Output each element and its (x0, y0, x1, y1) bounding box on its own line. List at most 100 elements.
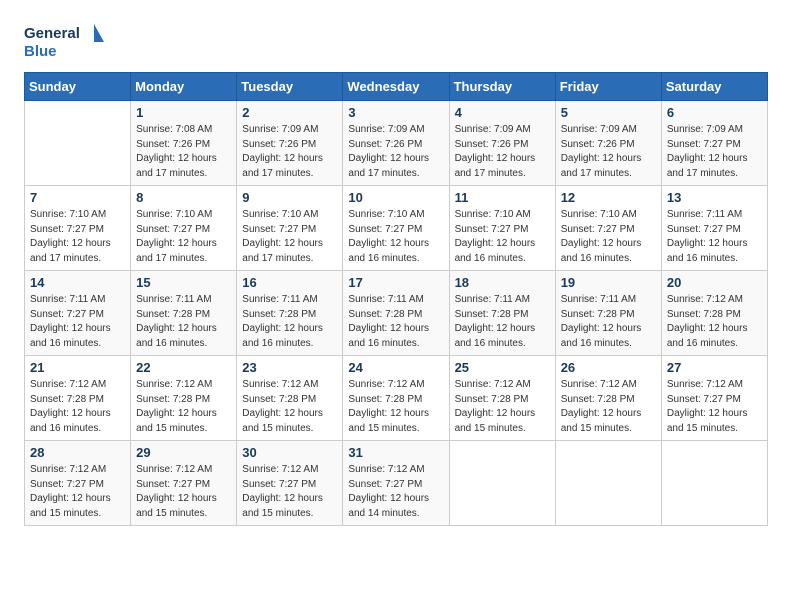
calendar-cell: 11 Sunrise: 7:10 AM Sunset: 7:27 PM Dayli… (449, 186, 555, 271)
day-info: Sunrise: 7:12 AM Sunset: 7:28 PM Dayligh… (348, 378, 443, 436)
day-number: 12 (561, 190, 656, 205)
day-info: Sunrise: 7:09 AM Sunset: 7:27 PM Dayligh… (667, 123, 762, 181)
calendar-cell: 18Sunrise: 7:11 AM Sunset: 7:28 PM Dayli… (449, 271, 555, 356)
calendar-cell: 29 Sunrise: 7:12 AM Sunset: 7:27 PM Dayli… (131, 441, 237, 526)
calendar-cell: 8 Sunrise: 7:10 AM Sunset: 7:27 PM Daylig… (131, 186, 237, 271)
day-info: Sunrise: 7:12 AM Sunset: 7:27 PM Dayligh… (667, 378, 762, 436)
day-info: Sunrise: 7:12 AM Sunset: 7:27 PM Dayligh… (136, 463, 231, 521)
day-info: Sunrise: 7:12 AM Sunset: 7:28 PM Dayligh… (242, 378, 337, 436)
calendar-cell: 19 Sunrise: 7:11 AM Sunset: 7:28 PM Dayli… (555, 271, 661, 356)
svg-text:Blue: Blue (24, 43, 57, 60)
calendar-week-row: 28 Sunrise: 7:12 AM Sunset: 7:27 PM Dayli… (25, 441, 768, 526)
day-number: 30 (242, 445, 337, 460)
day-number: 3 (348, 105, 443, 120)
day-info: Sunrise: 7:11 AM Sunset: 7:28 PM Dayligh… (455, 293, 550, 351)
calendar-cell: 2 Sunrise: 7:09 AM Sunset: 7:26 PM Daylig… (237, 101, 343, 186)
calendar-table: SundayMondayTuesdayWednesdayThursdayFrid… (24, 72, 768, 526)
day-number: 28 (30, 445, 125, 460)
day-info: Sunrise: 7:09 AM Sunset: 7:26 PM Dayligh… (348, 123, 443, 181)
calendar-cell: 30 Sunrise: 7:12 AM Sunset: 7:27 PM Dayli… (237, 441, 343, 526)
day-number: 31 (348, 445, 443, 460)
weekday-header: Thursday (449, 73, 555, 101)
calendar-cell (555, 441, 661, 526)
day-info: Sunrise: 7:12 AM Sunset: 7:28 PM Dayligh… (136, 378, 231, 436)
calendar-cell: 16 Sunrise: 7:11 AM Sunset: 7:28 PM Dayli… (237, 271, 343, 356)
calendar-week-row: 14 Sunrise: 7:11 AM Sunset: 7:27 PM Dayli… (25, 271, 768, 356)
day-number: 13 (667, 190, 762, 205)
day-info: Sunrise: 7:10 AM Sunset: 7:27 PM Dayligh… (348, 208, 443, 266)
day-number: 7 (30, 190, 125, 205)
svg-text:General: General (24, 25, 80, 42)
calendar-week-row: 21Sunrise: 7:12 AM Sunset: 7:28 PM Dayli… (25, 356, 768, 441)
calendar-cell (661, 441, 767, 526)
day-number: 26 (561, 360, 656, 375)
day-info: Sunrise: 7:12 AM Sunset: 7:28 PM Dayligh… (30, 378, 125, 436)
day-number: 8 (136, 190, 231, 205)
calendar-cell: 25Sunrise: 7:12 AM Sunset: 7:28 PM Dayli… (449, 356, 555, 441)
calendar-cell: 15 Sunrise: 7:11 AM Sunset: 7:28 PM Dayli… (131, 271, 237, 356)
calendar-cell: 9 Sunrise: 7:10 AM Sunset: 7:27 PM Daylig… (237, 186, 343, 271)
calendar-cell: 24 Sunrise: 7:12 AM Sunset: 7:28 PM Dayli… (343, 356, 449, 441)
day-info: Sunrise: 7:11 AM Sunset: 7:28 PM Dayligh… (561, 293, 656, 351)
day-info: Sunrise: 7:11 AM Sunset: 7:27 PM Dayligh… (30, 293, 125, 351)
calendar-cell: 27 Sunrise: 7:12 AM Sunset: 7:27 PM Dayli… (661, 356, 767, 441)
day-number: 11 (455, 190, 550, 205)
day-number: 16 (242, 275, 337, 290)
day-info: Sunrise: 7:12 AM Sunset: 7:27 PM Dayligh… (242, 463, 337, 521)
day-number: 29 (136, 445, 231, 460)
calendar-cell: 7 Sunrise: 7:10 AM Sunset: 7:27 PM Daylig… (25, 186, 131, 271)
calendar-cell: 1Sunrise: 7:08 AM Sunset: 7:26 PM Daylig… (131, 101, 237, 186)
day-info: Sunrise: 7:11 AM Sunset: 7:28 PM Dayligh… (242, 293, 337, 351)
weekday-header: Friday (555, 73, 661, 101)
calendar-cell: 10Sunrise: 7:10 AM Sunset: 7:27 PM Dayli… (343, 186, 449, 271)
day-number: 5 (561, 105, 656, 120)
weekday-header: Saturday (661, 73, 767, 101)
calendar-cell: 31 Sunrise: 7:12 AM Sunset: 7:27 PM Dayli… (343, 441, 449, 526)
calendar-week-row: 1Sunrise: 7:08 AM Sunset: 7:26 PM Daylig… (25, 101, 768, 186)
calendar-cell: 22 Sunrise: 7:12 AM Sunset: 7:28 PM Dayli… (131, 356, 237, 441)
calendar-cell: 20 Sunrise: 7:12 AM Sunset: 7:28 PM Dayli… (661, 271, 767, 356)
day-info: Sunrise: 7:09 AM Sunset: 7:26 PM Dayligh… (242, 123, 337, 181)
calendar-cell (449, 441, 555, 526)
day-number: 15 (136, 275, 231, 290)
day-info: Sunrise: 7:12 AM Sunset: 7:27 PM Dayligh… (348, 463, 443, 521)
calendar-cell (25, 101, 131, 186)
day-info: Sunrise: 7:10 AM Sunset: 7:27 PM Dayligh… (561, 208, 656, 266)
day-info: Sunrise: 7:11 AM Sunset: 7:27 PM Dayligh… (667, 208, 762, 266)
day-number: 1 (136, 105, 231, 120)
day-number: 23 (242, 360, 337, 375)
calendar-cell: 28Sunrise: 7:12 AM Sunset: 7:27 PM Dayli… (25, 441, 131, 526)
day-info: Sunrise: 7:11 AM Sunset: 7:28 PM Dayligh… (348, 293, 443, 351)
day-number: 19 (561, 275, 656, 290)
calendar-cell: 21Sunrise: 7:12 AM Sunset: 7:28 PM Dayli… (25, 356, 131, 441)
day-number: 24 (348, 360, 443, 375)
day-number: 2 (242, 105, 337, 120)
day-number: 20 (667, 275, 762, 290)
day-info: Sunrise: 7:10 AM Sunset: 7:27 PM Dayligh… (242, 208, 337, 266)
day-info: Sunrise: 7:12 AM Sunset: 7:28 PM Dayligh… (667, 293, 762, 351)
calendar-cell: 4Sunrise: 7:09 AM Sunset: 7:26 PM Daylig… (449, 101, 555, 186)
logo-svg: General Blue (24, 20, 104, 64)
day-info: Sunrise: 7:10 AM Sunset: 7:27 PM Dayligh… (136, 208, 231, 266)
day-number: 17 (348, 275, 443, 290)
calendar-cell: 23 Sunrise: 7:12 AM Sunset: 7:28 PM Dayli… (237, 356, 343, 441)
day-number: 27 (667, 360, 762, 375)
day-number: 22 (136, 360, 231, 375)
weekday-header: Monday (131, 73, 237, 101)
day-info: Sunrise: 7:10 AM Sunset: 7:27 PM Dayligh… (455, 208, 550, 266)
day-number: 14 (30, 275, 125, 290)
weekday-header: Wednesday (343, 73, 449, 101)
day-info: Sunrise: 7:09 AM Sunset: 7:26 PM Dayligh… (561, 123, 656, 181)
day-number: 9 (242, 190, 337, 205)
day-number: 25 (455, 360, 550, 375)
weekday-header: Tuesday (237, 73, 343, 101)
calendar-cell: 6Sunrise: 7:09 AM Sunset: 7:27 PM Daylig… (661, 101, 767, 186)
day-info: Sunrise: 7:11 AM Sunset: 7:28 PM Dayligh… (136, 293, 231, 351)
logo: General Blue (24, 20, 104, 64)
page-header: General Blue (24, 20, 768, 64)
calendar-cell: 12 Sunrise: 7:10 AM Sunset: 7:27 PM Dayli… (555, 186, 661, 271)
calendar-week-row: 7 Sunrise: 7:10 AM Sunset: 7:27 PM Daylig… (25, 186, 768, 271)
calendar-header: SundayMondayTuesdayWednesdayThursdayFrid… (25, 73, 768, 101)
calendar-cell: 17 Sunrise: 7:11 AM Sunset: 7:28 PM Dayli… (343, 271, 449, 356)
day-info: Sunrise: 7:10 AM Sunset: 7:27 PM Dayligh… (30, 208, 125, 266)
